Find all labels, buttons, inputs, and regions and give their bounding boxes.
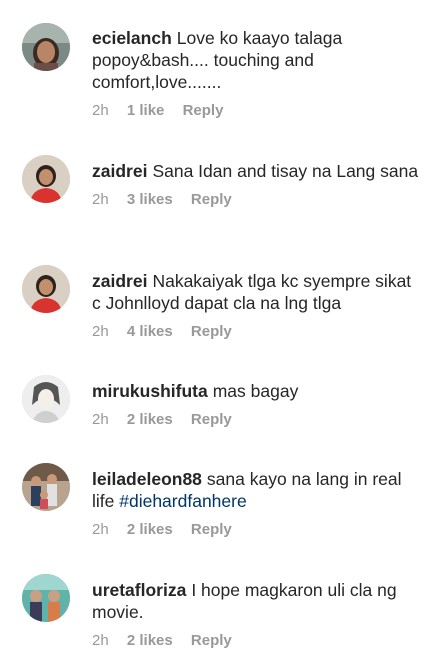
comment-body: Sana Idan and tisay na Lang sana [152,161,419,181]
reply-button[interactable]: Reply [183,102,224,119]
comment-text: mirukushifuta mas bagay [92,380,422,402]
avatar[interactable] [22,155,70,203]
comment-meta: 2h 3 likes Reply [92,191,422,208]
comment-username[interactable]: ecielanch [92,28,172,48]
comment-meta: 2h 2 likes Reply [92,632,422,649]
hashtag-link[interactable]: #diehardfanhere [119,491,246,511]
comment-time: 2h [92,323,109,340]
comment-meta: 2h 1 like Reply [92,102,422,119]
reply-button[interactable]: Reply [191,191,232,208]
avatar[interactable] [22,23,70,71]
reply-button[interactable]: Reply [191,323,232,340]
comment-meta: 2h 4 likes Reply [92,323,422,340]
comment-meta: 2h 2 likes Reply [92,521,422,538]
comment-text: uretafloriza I hope magkaron uli cla ng m… [92,579,422,623]
comment-time: 2h [92,191,109,208]
comment-meta: 2h 2 likes Reply [92,411,422,428]
people-outdoor-photo-icon [22,574,70,622]
comment-time: 2h [92,411,109,428]
comment-likes[interactable]: 4 likes [127,323,173,340]
woman-portrait-icon [22,23,70,71]
comment-username[interactable]: uretafloriza [92,580,186,600]
woman-red-shirt-portrait-icon [22,155,70,203]
comment-text: ecielanch Love ko kaayo talaga popoy&bash… [92,27,422,93]
comment-username[interactable]: leiladeleon88 [92,469,202,489]
comment-time: 2h [92,521,109,538]
comment-likes[interactable]: 2 likes [127,521,173,538]
comment-username[interactable]: zaidrei [92,271,147,291]
comment-text: zaidrei Nakakaiyak tlga kc syempre sikat … [92,270,422,314]
comment-likes[interactable]: 2 likes [127,411,173,428]
comment-likes[interactable]: 2 likes [127,632,173,649]
reply-button[interactable]: Reply [191,521,232,538]
comment-text: leiladeleon88 sana kayo na lang in real l… [92,468,422,512]
comment-username[interactable]: mirukushifuta [92,381,208,401]
reply-button[interactable]: Reply [191,411,232,428]
avatar[interactable] [22,265,70,313]
avatar[interactable] [22,375,70,423]
comment-likes[interactable]: 3 likes [127,191,173,208]
comment-time: 2h [92,102,109,119]
reply-button[interactable]: Reply [191,632,232,649]
comment-text: zaidrei Sana Idan and tisay na Lang sana [92,160,422,182]
comment-body: mas bagay [212,381,299,401]
avatar[interactable] [22,463,70,511]
woman-sketch-portrait-icon [22,375,70,423]
comment-username[interactable]: zaidrei [92,161,147,181]
comment-likes[interactable]: 1 like [127,102,165,119]
avatar[interactable] [22,574,70,622]
group-photo-icon [22,463,70,511]
comment-time: 2h [92,632,109,649]
woman-red-shirt-portrait-icon [22,265,70,313]
